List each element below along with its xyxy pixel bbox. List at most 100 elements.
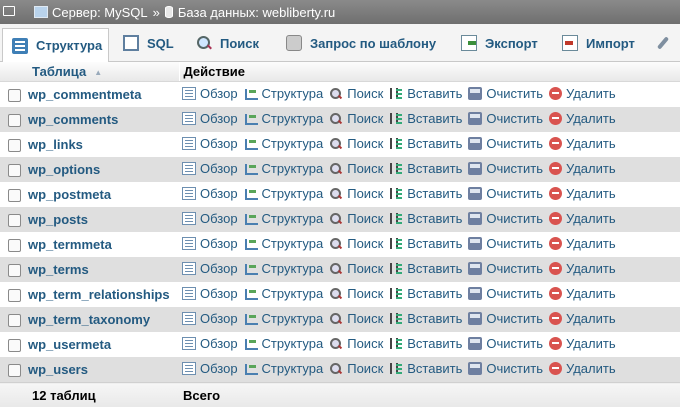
browse-action[interactable]: Обзор xyxy=(182,361,238,376)
insert-action[interactable]: Вставить xyxy=(389,311,462,326)
browse-action[interactable]: Обзор xyxy=(182,286,238,301)
structure-action[interactable]: Структура xyxy=(244,336,324,351)
empty-action[interactable]: Очистить xyxy=(468,286,543,301)
search-action[interactable]: Поиск xyxy=(329,111,383,126)
insert-action[interactable]: Вставить xyxy=(389,86,462,101)
search-action[interactable]: Поиск xyxy=(329,136,383,151)
structure-action[interactable]: Структура xyxy=(244,286,324,301)
breadcrumb-database[interactable]: База данных: webliberty.ru xyxy=(165,5,335,20)
search-action[interactable]: Поиск xyxy=(329,236,383,251)
browse-action[interactable]: Обзор xyxy=(182,236,238,251)
table-name-link[interactable]: wp_comments xyxy=(28,112,118,127)
drop-action[interactable]: Удалить xyxy=(549,111,616,126)
structure-action[interactable]: Структура xyxy=(244,236,324,251)
empty-action[interactable]: Очистить xyxy=(468,161,543,176)
insert-action[interactable]: Вставить xyxy=(389,361,462,376)
table-name-link[interactable]: wp_commentmeta xyxy=(28,87,141,102)
tab-structure[interactable]: Структура xyxy=(2,28,109,62)
row-checkbox[interactable] xyxy=(8,289,21,302)
drop-action[interactable]: Удалить xyxy=(549,186,616,201)
search-action[interactable]: Поиск xyxy=(329,286,383,301)
row-checkbox[interactable] xyxy=(8,264,21,277)
search-action[interactable]: Поиск xyxy=(329,186,383,201)
column-header-table[interactable]: Таблица▲ xyxy=(0,62,179,82)
empty-action[interactable]: Очистить xyxy=(468,186,543,201)
browse-action[interactable]: Обзор xyxy=(182,161,238,176)
drop-action[interactable]: Удалить xyxy=(549,86,616,101)
structure-action[interactable]: Структура xyxy=(244,136,324,151)
browse-action[interactable]: Обзор xyxy=(182,211,238,226)
drop-action[interactable]: Удалить xyxy=(549,286,616,301)
empty-action[interactable]: Очистить xyxy=(468,261,543,276)
insert-action[interactable]: Вставить xyxy=(389,111,462,126)
tab-import[interactable]: Импорт xyxy=(562,28,646,58)
drop-action[interactable]: Удалить xyxy=(549,236,616,251)
empty-action[interactable]: Очистить xyxy=(468,236,543,251)
insert-action[interactable]: Вставить xyxy=(389,161,462,176)
structure-action[interactable]: Структура xyxy=(244,211,324,226)
drop-action[interactable]: Удалить xyxy=(549,311,616,326)
insert-action[interactable]: Вставить xyxy=(389,211,462,226)
row-checkbox[interactable] xyxy=(8,89,21,102)
tab-operations[interactable] xyxy=(655,28,679,58)
row-checkbox[interactable] xyxy=(8,364,21,377)
insert-action[interactable]: Вставить xyxy=(389,261,462,276)
collapse-icon[interactable] xyxy=(3,4,17,18)
structure-action[interactable]: Структура xyxy=(244,261,324,276)
browse-action[interactable]: Обзор xyxy=(182,136,238,151)
search-action[interactable]: Поиск xyxy=(329,311,383,326)
browse-action[interactable]: Обзор xyxy=(182,86,238,101)
drop-action[interactable]: Удалить xyxy=(549,136,616,151)
table-name-link[interactable]: wp_options xyxy=(28,162,100,177)
table-name-link[interactable]: wp_term_taxonomy xyxy=(28,312,150,327)
drop-action[interactable]: Удалить xyxy=(549,261,616,276)
table-name-link[interactable]: wp_terms xyxy=(28,262,89,277)
tab-sql[interactable]: SQL xyxy=(123,28,183,58)
drop-action[interactable]: Удалить xyxy=(549,361,616,376)
insert-action[interactable]: Вставить xyxy=(389,236,462,251)
insert-action[interactable]: Вставить xyxy=(389,186,462,201)
table-name-link[interactable]: wp_posts xyxy=(28,212,88,227)
breadcrumb-server[interactable]: Сервер: MySQL xyxy=(0,5,148,20)
search-action[interactable]: Поиск xyxy=(329,86,383,101)
row-checkbox[interactable] xyxy=(8,239,21,252)
empty-action[interactable]: Очистить xyxy=(468,336,543,351)
browse-action[interactable]: Обзор xyxy=(182,336,238,351)
search-action[interactable]: Поиск xyxy=(329,261,383,276)
empty-action[interactable]: Очистить xyxy=(468,211,543,226)
tab-export[interactable]: Экспорт xyxy=(461,28,547,58)
structure-action[interactable]: Структура xyxy=(244,86,324,101)
tab-query[interactable]: Запрос по шаблону xyxy=(286,28,446,58)
row-checkbox[interactable] xyxy=(8,214,21,227)
structure-action[interactable]: Структура xyxy=(244,311,324,326)
empty-action[interactable]: Очистить xyxy=(468,136,543,151)
row-checkbox[interactable] xyxy=(8,314,21,327)
row-checkbox[interactable] xyxy=(8,189,21,202)
structure-action[interactable]: Структура xyxy=(244,186,324,201)
structure-action[interactable]: Структура xyxy=(244,111,324,126)
browse-action[interactable]: Обзор xyxy=(182,186,238,201)
table-name-link[interactable]: wp_users xyxy=(28,362,88,377)
table-name-link[interactable]: wp_links xyxy=(28,137,83,152)
browse-action[interactable]: Обзор xyxy=(182,111,238,126)
row-checkbox[interactable] xyxy=(8,339,21,352)
table-name-link[interactable]: wp_termmeta xyxy=(28,237,112,252)
table-name-link[interactable]: wp_usermeta xyxy=(28,337,111,352)
search-action[interactable]: Поиск xyxy=(329,361,383,376)
table-name-link[interactable]: wp_postmeta xyxy=(28,187,111,202)
drop-action[interactable]: Удалить xyxy=(549,336,616,351)
insert-action[interactable]: Вставить xyxy=(389,336,462,351)
row-checkbox[interactable] xyxy=(8,114,21,127)
structure-action[interactable]: Структура xyxy=(244,161,324,176)
table-name-link[interactable]: wp_term_relationships xyxy=(28,287,170,302)
tab-search[interactable]: Поиск xyxy=(196,28,272,58)
search-action[interactable]: Поиск xyxy=(329,336,383,351)
row-checkbox[interactable] xyxy=(8,164,21,177)
browse-action[interactable]: Обзор xyxy=(182,261,238,276)
search-action[interactable]: Поиск xyxy=(329,161,383,176)
insert-action[interactable]: Вставить xyxy=(389,286,462,301)
search-action[interactable]: Поиск xyxy=(329,211,383,226)
insert-action[interactable]: Вставить xyxy=(389,136,462,151)
empty-action[interactable]: Очистить xyxy=(468,361,543,376)
drop-action[interactable]: Удалить xyxy=(549,211,616,226)
